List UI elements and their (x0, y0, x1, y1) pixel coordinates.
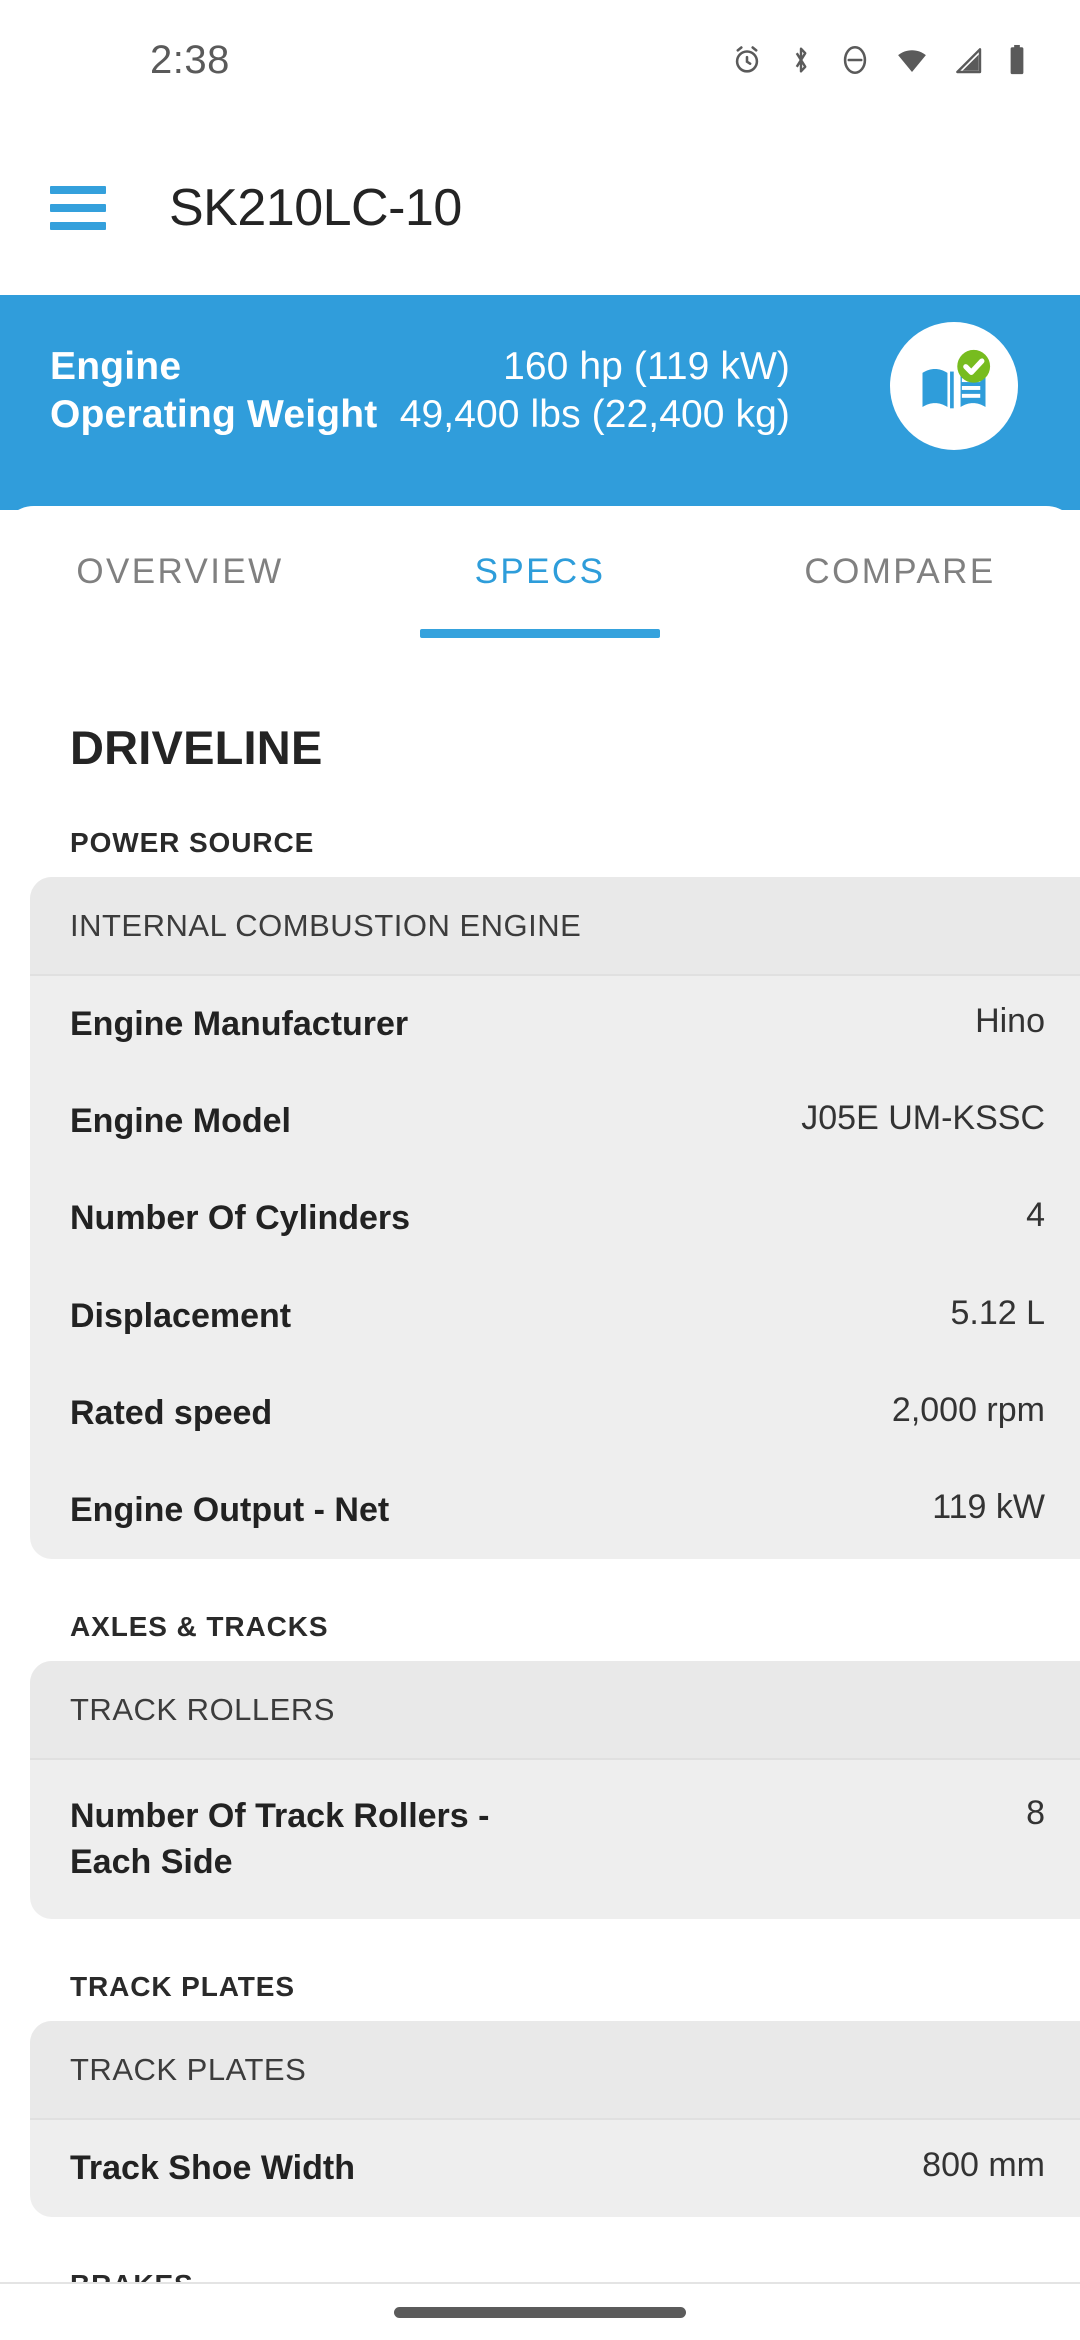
spec-name: Engine Manufacturer (70, 1005, 409, 1043)
spec-row: Number Of Cylinders 4 (30, 1170, 1080, 1267)
hero-spec-label: Engine (50, 345, 182, 388)
app-screen: 2:38 SK210LC-10 Engine 160 hp (119 kW) O… (0, 0, 1080, 2340)
spec-card-header: TRACK PLATES (30, 2020, 1080, 2120)
specs-scroll-area[interactable]: DRIVELINE POWER SOURCE INTERNAL COMBUSTI… (0, 638, 1080, 2340)
spec-value: 5.12 L (950, 1293, 1045, 1332)
spec-name: Displacement (70, 1296, 292, 1335)
spec-value: 4 (1026, 1196, 1045, 1235)
brochure-button[interactable] (890, 322, 1018, 450)
system-navigation-bar (0, 2282, 1080, 2340)
spec-name: Rated speed (70, 1393, 273, 1432)
status-icon-group (730, 43, 1028, 77)
battery-icon (1006, 43, 1028, 77)
hamburger-menu-icon[interactable] (50, 185, 106, 230)
spec-value: J05E UM-KSSC (801, 1099, 1045, 1138)
status-bar: 2:38 (0, 0, 1080, 120)
spec-card: INTERNAL COMBUSTION ENGINE Engine Manufa… (30, 877, 1080, 1560)
spec-row: Engine Output - Net 119 kW (30, 1462, 1080, 1559)
spec-row: Rated speed 2,000 rpm (30, 1365, 1080, 1462)
hero-spec-list: Engine 160 hp (119 kW) Operating Weight … (0, 343, 790, 439)
do-not-disturb-icon (838, 43, 872, 77)
spec-group-track-plates: TRACK PLATES TRACK PLATES Track Shoe Wid… (0, 1971, 1080, 2217)
spec-card-header: INTERNAL COMBUSTION ENGINE (30, 877, 1080, 976)
tab-specs[interactable]: SPECS (360, 506, 720, 638)
spec-row: Number Of Track Rollers - Each Side 8 (30, 1760, 1080, 1918)
bluetooth-icon (786, 43, 816, 77)
spec-row: Displacement 5.12 L (30, 1268, 1080, 1365)
content-sheet: OVERVIEW SPECS COMPARE DRIVELINE POWER S… (0, 506, 1080, 2340)
alarm-icon (730, 43, 764, 77)
spec-group-title: AXLES & TRACKS (70, 1611, 329, 1643)
cellular-signal-icon (952, 43, 984, 77)
hamburger-line (50, 203, 106, 212)
spec-row: Track Shoe Width 800 mm (30, 2120, 1080, 2217)
tab-compare[interactable]: COMPARE (720, 506, 1080, 638)
app-bar: SK210LC-10 (0, 120, 1080, 295)
wifi-icon (894, 43, 930, 77)
spec-value: 800 mm (922, 2145, 1045, 2184)
hamburger-line (50, 185, 106, 194)
spec-value: 2,000 rpm (891, 1390, 1045, 1429)
spec-card: TRACK PLATES Track Shoe Width 800 mm (30, 2020, 1080, 2217)
spec-row: Engine Manufacturer Hino (30, 976, 1080, 1073)
home-gesture-pill[interactable] (394, 2306, 686, 2318)
hero-spec-label: Operating Weight (50, 393, 378, 436)
hero-spec-row: Operating Weight 49,400 lbs (22,400 kg) (50, 391, 790, 439)
spec-row: Engine Model J05E UM-KSSC (30, 1073, 1080, 1170)
tab-label: OVERVIEW (76, 552, 284, 591)
page-title: SK210LC-10 (169, 178, 462, 237)
hero-spec-row: Engine 160 hp (119 kW) (50, 343, 790, 391)
status-time: 2:38 (150, 37, 230, 82)
spec-name: Number Of Track Rollers - Each Side (70, 1797, 490, 1881)
hamburger-line (50, 221, 106, 230)
spec-name: Engine Output - Net (70, 1491, 390, 1530)
hero-spec-value: 160 hp (119 kW) (503, 345, 790, 388)
specs-section-title: DRIVELINE (70, 721, 323, 774)
tab-label: COMPARE (804, 552, 996, 591)
spec-group-power-source: POWER SOURCE INTERNAL COMBUSTION ENGINE … (0, 827, 1080, 1560)
spec-value: 8 (1026, 1794, 1045, 1833)
tab-bar: OVERVIEW SPECS COMPARE (0, 506, 1080, 638)
spec-card: TRACK ROLLERS Number Of Track Rollers - … (30, 1661, 1080, 1919)
tab-label: SPECS (474, 552, 606, 591)
book-check-icon (922, 349, 991, 409)
spec-card-header: TRACK ROLLERS (30, 1661, 1080, 1761)
hero-summary-banner: Engine 160 hp (119 kW) Operating Weight … (0, 295, 1080, 510)
spec-name: Number Of Cylinders (70, 1199, 411, 1238)
spec-group-title: TRACK PLATES (70, 1970, 295, 2002)
hero-spec-value: 49,400 lbs (22,400 kg) (399, 393, 790, 436)
tab-overview[interactable]: OVERVIEW (0, 506, 360, 638)
spec-name: Track Shoe Width (70, 2148, 355, 2187)
spec-group-axles-tracks: AXLES & TRACKS TRACK ROLLERS Number Of T… (0, 1611, 1080, 1919)
spec-value: 119 kW (932, 1488, 1045, 1527)
spec-name: Engine Model (70, 1102, 291, 1141)
spec-value: Hino (975, 1002, 1045, 1040)
spec-group-title: POWER SOURCE (70, 827, 315, 858)
